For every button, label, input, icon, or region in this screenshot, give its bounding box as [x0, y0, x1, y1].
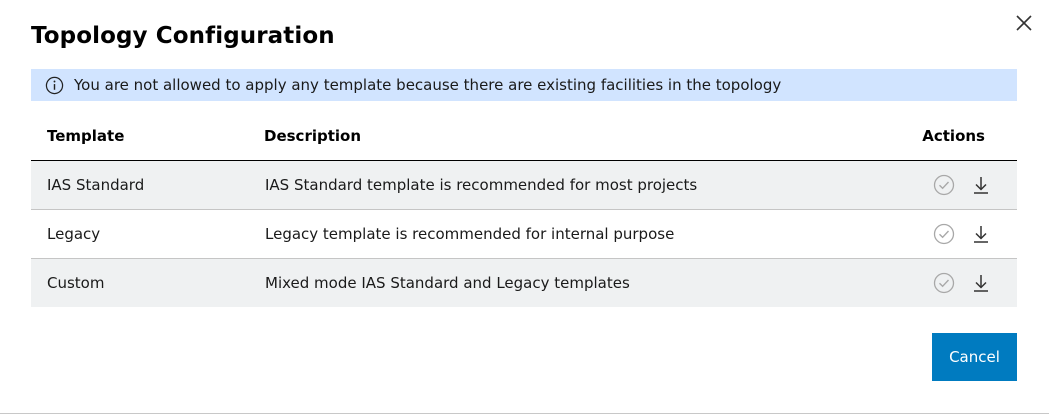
table-row: Custom Mixed mode IAS Standard and Legac…	[31, 259, 1017, 307]
check-circle-icon	[933, 174, 955, 196]
info-icon	[45, 76, 64, 94]
row-description: Legacy template is recommended for inter…	[265, 225, 675, 243]
row-template-name: IAS Standard	[47, 176, 145, 194]
info-banner-text: You are not allowed to apply any templat…	[74, 76, 782, 94]
topology-configuration-dialog: Topology Configuration You are not allow…	[0, 0, 1049, 414]
row-description: IAS Standard template is recommended for…	[265, 176, 698, 194]
header-actions: Actions	[922, 127, 985, 145]
row-template-name: Custom	[47, 274, 105, 292]
check-circle-icon	[933, 223, 955, 245]
table-row: IAS Standard IAS Standard template is re…	[31, 161, 1017, 210]
download-icon[interactable]	[971, 174, 991, 196]
close-icon	[1016, 15, 1032, 31]
header-description: Description	[264, 127, 362, 145]
check-circle-icon	[933, 272, 955, 294]
templates-table: Template Description Actions IAS Standar…	[31, 112, 1017, 307]
table-header: Template Description Actions	[31, 112, 1017, 161]
row-template-name: Legacy	[47, 225, 101, 243]
dialog-title: Topology Configuration	[31, 23, 335, 49]
cancel-button[interactable]: Cancel	[932, 333, 1017, 381]
info-banner: You are not allowed to apply any templat…	[31, 69, 1017, 101]
close-button[interactable]	[1013, 12, 1035, 34]
download-icon[interactable]	[971, 223, 991, 245]
download-icon[interactable]	[971, 272, 991, 294]
header-template: Template	[47, 127, 125, 145]
row-description: Mixed mode IAS Standard and Legacy templ…	[265, 274, 630, 292]
table-row: Legacy Legacy template is recommended fo…	[31, 210, 1017, 259]
